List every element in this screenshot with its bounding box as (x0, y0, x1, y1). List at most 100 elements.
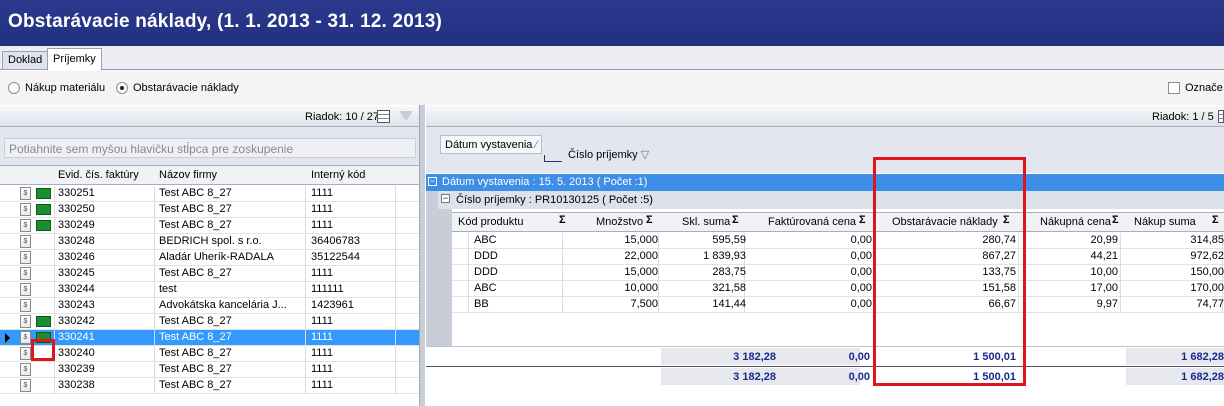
table-cell: DDD (474, 266, 498, 278)
sigma-icon[interactable]: Σ (646, 214, 653, 226)
sigma-icon[interactable]: Σ (1212, 214, 1219, 226)
table-row[interactable]: BB 7,500 141,44 0,00 66,67 9,97 74,77 (452, 297, 1224, 313)
document-icon[interactable]: $ (20, 235, 31, 248)
table-row[interactable]: $330246 Aladár Uherík-RADALA 35122544 (0, 250, 419, 266)
table-cell: 74,77 (1196, 298, 1224, 310)
table-row[interactable]: DDD 22,000 1 839,93 0,00 867,27 44,21 972,62 (452, 249, 1224, 265)
table-cell: 20,99 (1090, 234, 1118, 246)
table-cell: 9,97 (1096, 298, 1118, 310)
group-button-datum-vystavenia[interactable]: Dátum vystavenia ⁄ (440, 135, 543, 154)
cell-kod: 1111 (311, 379, 334, 391)
document-icon[interactable]: $ (20, 267, 31, 280)
radio-obstaravacie-naklady[interactable]: Obstarávacie náklady (116, 82, 239, 94)
cell-firma: Test ABC 8_27 (159, 203, 232, 215)
table-row[interactable]: $330242 Test ABC 8_27 1111 (0, 314, 419, 330)
grid-icon[interactable] (377, 110, 390, 123)
table-cell: 0,00 (850, 266, 872, 278)
table-cell: 10,00 (1090, 266, 1118, 278)
left-grid-header: Evid. čís. faktúry Názov firmy Interný k… (0, 165, 419, 185)
col-nazov-firmy[interactable]: Názov firmy (159, 169, 217, 181)
status-green-icon (36, 316, 51, 327)
group-button-cislo-prijemky[interactable]: Číslo príjemky ▽ (564, 145, 653, 164)
group-row-datum[interactable]: − Dátum vystavenia : 15. 5. 2013 ( Počet… (426, 174, 1224, 191)
table-row[interactable]: $330243 Advokátska kancelária J... 1423961 (0, 298, 419, 314)
table-row[interactable]: ABC 10,000 321,58 0,00 151,58 17,00 170,00 (452, 281, 1224, 297)
document-icon[interactable]: $ (20, 331, 31, 344)
collapse-icon[interactable]: − (441, 194, 450, 203)
checkbox-box (1168, 82, 1180, 94)
col-nakupna-cena[interactable]: Nákupná cena (1040, 216, 1111, 228)
document-icon[interactable]: $ (20, 283, 31, 296)
cell-firma: Test ABC 8_27 (159, 219, 232, 231)
radio-nakup-materialu[interactable]: Nákup materiálu (8, 82, 105, 94)
table-row[interactable]: $330239 Test ABC 8_27 1111 (0, 362, 419, 378)
cell-kod: 35122544 (311, 251, 360, 263)
group-connector (544, 161, 562, 162)
table-row[interactable]: $330240 Test ABC 8_27 1111 (0, 346, 419, 362)
table-row[interactable]: $330251 Test ABC 8_27 1111 (0, 186, 419, 202)
cell-kod: 1423961 (311, 299, 354, 311)
filter-row: Nákup materiálu Obstarávacie náklady Ozn… (0, 71, 1224, 105)
left-group-area: Potiahnite sem myšou hlavičku stĺpca pre… (0, 127, 419, 167)
document-icon[interactable]: $ (20, 379, 31, 392)
group-row-label: Číslo príjemky : PR10130125 ( Počet :5) (456, 194, 653, 206)
radio-label: Nákup materiálu (25, 82, 106, 94)
col-interny-kod[interactable]: Interný kód (311, 169, 365, 181)
table-row[interactable]: $330250 Test ABC 8_27 1111 (0, 202, 419, 218)
cell-evid: 330244 (58, 283, 95, 295)
sigma-icon[interactable]: Σ (1112, 214, 1119, 226)
col-mnozstvo[interactable]: Množstvo (596, 216, 643, 228)
table-row[interactable]: $330245 Test ABC 8_27 1111 (0, 266, 419, 282)
row-pointer-icon (5, 333, 10, 343)
table-cell: 0,00 (850, 298, 872, 310)
table-cell: 0,00 (850, 250, 872, 262)
filter-icon[interactable] (399, 111, 413, 121)
table-row[interactable]: ABC 15,000 595,59 0,00 280,74 20,99 314,85 (452, 233, 1224, 249)
col-evid-cis-faktury[interactable]: Evid. čís. faktúry (58, 169, 139, 181)
table-cell: BB (474, 298, 489, 310)
col-skl-suma[interactable]: Skl. suma (682, 216, 730, 228)
table-row[interactable]: $330248 BEDRICH spol. s r.o. 36406783 (0, 234, 419, 250)
table-row[interactable]: $330244 test 111111 (0, 282, 419, 298)
table-row[interactable]: $330249 Test ABC 8_27 1111 (0, 218, 419, 234)
document-icon[interactable]: $ (20, 219, 31, 232)
table-row[interactable]: $330241 Test ABC 8_27 1111 (0, 330, 419, 346)
group-drop-hint[interactable]: Potiahnite sem myšou hlavičku stĺpca pre… (4, 138, 416, 158)
cell-kod: 1111 (311, 203, 334, 215)
document-icon[interactable]: $ (20, 251, 31, 264)
highlight-box-icon (31, 339, 55, 361)
document-icon[interactable]: $ (20, 363, 31, 376)
document-icon[interactable]: $ (20, 299, 31, 312)
table-row[interactable]: DDD 15,000 283,75 0,00 133,75 10,00 150,00 (452, 265, 1224, 281)
col-fakturovana-cena[interactable]: Faktúrovaná cena (768, 216, 856, 228)
tab-doklad[interactable]: Doklad (2, 51, 49, 70)
sigma-icon[interactable]: Σ (859, 214, 866, 226)
group-row-cislo-prijemky[interactable]: − Číslo príjemky : PR10130125 ( Počet :5… (438, 191, 1224, 209)
group-button-label: Dátum vystavenia (445, 139, 533, 151)
col-kod-produktu[interactable]: Kód produktu (458, 216, 523, 228)
table-row[interactable]: $330238 Test ABC 8_27 1111 (0, 378, 419, 394)
document-icon[interactable]: $ (20, 347, 31, 360)
document-icon[interactable]: $ (20, 315, 31, 328)
cell-evid: 330243 (58, 299, 95, 311)
table-cell: 321,58 (712, 282, 746, 294)
document-icon[interactable]: $ (20, 187, 31, 200)
checkbox-oznacit[interactable]: Označe (1168, 82, 1223, 94)
sigma-icon[interactable]: Σ (559, 214, 566, 226)
panel-splitter[interactable] (419, 105, 425, 406)
table-cell: 10,000 (624, 282, 658, 294)
col-nakup-suma[interactable]: Nákup suma (1134, 216, 1196, 228)
table-cell: 1 839,93 (703, 250, 746, 262)
table-cell: ABC (474, 282, 497, 294)
left-panel-header: Riadok: 10 / 27 (0, 106, 419, 127)
radio-circle-checked (116, 82, 128, 94)
collapse-icon[interactable]: − (428, 177, 437, 186)
tab-prijemky[interactable]: Príjemky (47, 48, 102, 71)
grid-icon[interactable] (1218, 110, 1224, 123)
document-icon[interactable]: $ (20, 203, 31, 216)
sigma-icon[interactable]: Σ (732, 214, 739, 226)
cell-firma: Test ABC 8_27 (159, 315, 232, 327)
table-cell: 0,00 (850, 282, 872, 294)
group-row-label: Dátum vystavenia : 15. 5. 2013 ( Počet :… (442, 176, 648, 188)
cell-firma: Aladár Uherík-RADALA (159, 251, 274, 263)
